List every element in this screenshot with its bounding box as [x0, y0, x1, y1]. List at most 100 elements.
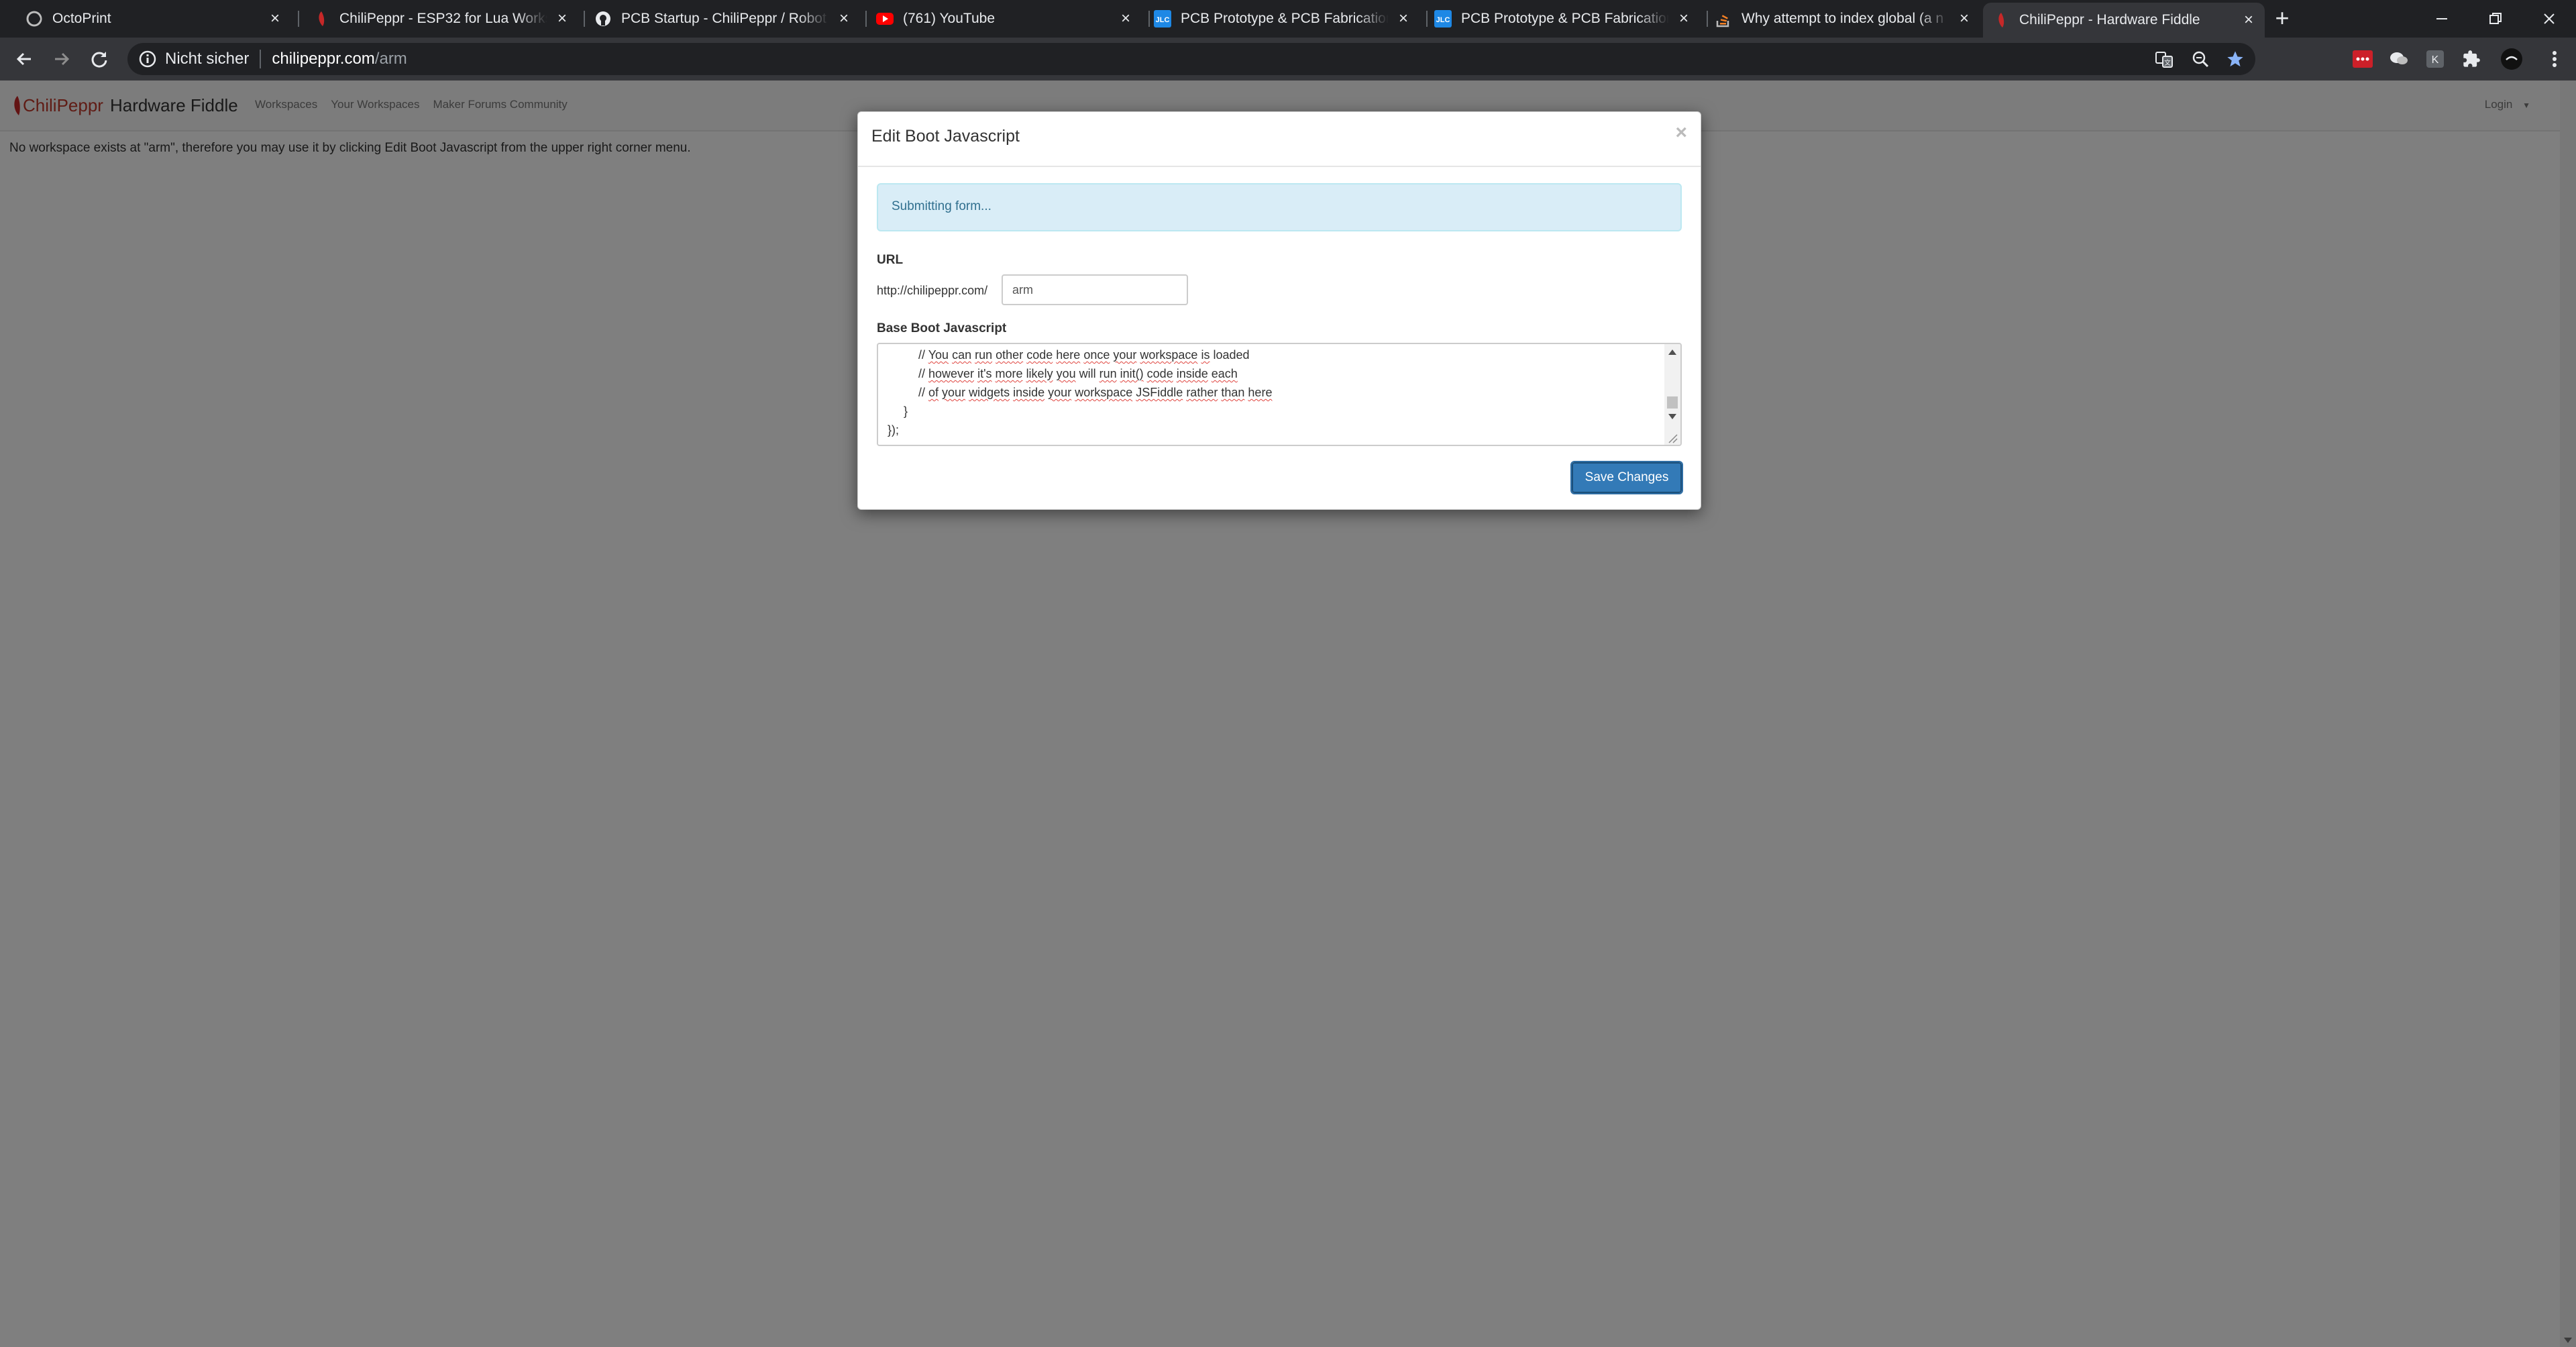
code-word: here	[1056, 348, 1081, 362]
code-word: however	[928, 367, 975, 380]
minimize-icon[interactable]	[2415, 0, 2469, 38]
url-prefix: http://chilipeppr.com/	[877, 284, 988, 297]
svg-text:JLC: JLC	[1156, 16, 1170, 24]
tab-title: ChiliPeppr - ESP32 for Lua Works	[339, 11, 547, 26]
tab-divider	[298, 11, 299, 27]
base-boot-js-label: Base Boot Javascript	[877, 321, 1007, 335]
tab-title: OctoPrint	[52, 11, 111, 26]
info-icon[interactable]	[138, 50, 157, 68]
tab-jlc-2[interactable]: JLC PCB Prototype & PCB Fabrication ×	[1425, 4, 1700, 34]
profile-avatar-icon[interactable]	[2500, 47, 2524, 71]
code-word: other	[996, 348, 1024, 362]
jlc-icon: JLC	[1434, 10, 1452, 28]
chat-extension-icon[interactable]	[2387, 47, 2411, 71]
modal-header: Edit Boot Javascript ×	[858, 112, 1701, 167]
tab-title: Why attempt to index global (a n	[1741, 11, 1944, 26]
code-word: can	[952, 348, 972, 362]
code-word: you	[1056, 367, 1076, 380]
code-word: your	[1048, 386, 1072, 399]
jlc-icon: JLC	[1154, 10, 1171, 28]
tab-title: PCB Prototype & PCB Fabrication	[1461, 11, 1669, 26]
code-word: You	[928, 348, 949, 362]
security-label[interactable]: Nicht sicher	[165, 50, 249, 68]
chilipeppr-icon	[313, 10, 330, 28]
tab-jlc-1[interactable]: JLC PCB Prototype & PCB Fabrication ×	[1144, 4, 1419, 34]
code-line: // however it's more likely you will run…	[918, 367, 1238, 380]
code-word: run	[975, 348, 993, 362]
code-word: more	[995, 367, 1023, 380]
code-word: your	[1113, 348, 1137, 362]
tab-pcb-startup[interactable]: PCB Startup - ChiliPeppr / Robot ×	[585, 4, 860, 34]
code-word: once	[1083, 348, 1110, 362]
code-word: each	[1211, 367, 1238, 380]
extension-k-icon[interactable]: K	[2423, 47, 2447, 71]
edit-boot-js-modal: Edit Boot Javascript × Submitting form..…	[857, 111, 1701, 510]
octoprint-icon	[25, 10, 43, 28]
back-icon[interactable]	[11, 46, 38, 72]
code-word: inside	[1176, 367, 1208, 380]
code-word: is	[1201, 348, 1210, 362]
close-icon[interactable]: ×	[553, 9, 572, 28]
reload-icon[interactable]	[86, 46, 113, 72]
url-label: URL	[877, 253, 904, 267]
code-word: JSFiddle	[1136, 386, 1183, 399]
restore-icon[interactable]	[2469, 0, 2522, 38]
close-icon[interactable]: ×	[1674, 9, 1693, 28]
code-word: widgets	[969, 386, 1010, 399]
resize-grip-icon[interactable]	[1667, 433, 1678, 443]
translate-icon[interactable]: 文	[2152, 47, 2176, 71]
svg-text:K: K	[2432, 54, 2439, 66]
code-word: run	[1099, 367, 1117, 380]
save-changes-button[interactable]: Save Changes	[1570, 461, 1683, 494]
stackoverflow-icon	[1715, 10, 1732, 28]
close-icon[interactable]: ×	[1116, 9, 1135, 28]
url-host: chilipeppr.com	[272, 50, 375, 68]
code-line: });	[888, 423, 900, 437]
modal-title: Edit Boot Javascript	[871, 127, 1020, 146]
close-icon[interactable]: ×	[1675, 121, 1687, 144]
code-word: init()	[1120, 367, 1144, 380]
workspace-url-input[interactable]: arm	[1002, 274, 1188, 305]
code-word: than	[1221, 386, 1245, 399]
menu-kebab-icon[interactable]	[2542, 47, 2567, 71]
tab-strip: OctoPrint × ChiliPeppr - ESP32 for Lua W…	[0, 0, 2576, 38]
svg-text:文: 文	[2164, 58, 2171, 67]
svg-text:JLC: JLC	[1436, 16, 1450, 24]
code-word: of	[928, 386, 939, 399]
code-word: workspace	[1140, 348, 1198, 362]
boot-js-textarea[interactable]: // You can run other code here once your…	[877, 343, 1682, 446]
lastpass-icon[interactable]	[2351, 47, 2375, 71]
textarea-scrollbar[interactable]	[1664, 344, 1680, 445]
tab-octoprint[interactable]: OctoPrint ×	[16, 4, 291, 34]
code-word: here	[1248, 386, 1273, 399]
scroll-thumb[interactable]	[1667, 396, 1678, 409]
close-icon[interactable]: ×	[2239, 11, 2258, 30]
forward-icon[interactable]	[48, 46, 75, 72]
tab-stackoverflow[interactable]: Why attempt to index global (a n ×	[1705, 4, 1980, 34]
scroll-down-icon[interactable]	[1668, 414, 1676, 419]
scroll-up-icon[interactable]	[1668, 349, 1676, 355]
new-tab-icon[interactable]: +	[2271, 6, 2293, 30]
code-word: rather	[1186, 386, 1218, 399]
zoom-icon[interactable]	[2188, 47, 2212, 71]
close-icon[interactable]: ×	[835, 9, 853, 28]
tab-hardware-fiddle[interactable]: ChiliPeppr - Hardware Fiddle ×	[1983, 3, 2265, 38]
code-line: // of your widgets inside your workspace…	[918, 386, 1273, 399]
extensions-puzzle-icon[interactable]	[2459, 47, 2483, 71]
close-icon[interactable]: ×	[266, 9, 284, 28]
close-window-icon[interactable]	[2522, 0, 2576, 38]
tab-chilipeppr-esp32[interactable]: ChiliPeppr - ESP32 for Lua Works ×	[303, 4, 578, 34]
tab-title: PCB Prototype & PCB Fabrication	[1181, 11, 1389, 26]
code-word: inside	[1013, 386, 1045, 399]
tab-youtube[interactable]: (761) YouTube ×	[867, 4, 1142, 34]
youtube-icon	[876, 10, 894, 28]
close-icon[interactable]: ×	[1394, 9, 1413, 28]
chilipeppr-icon	[1992, 11, 2010, 29]
address-bar[interactable]: Nicht sicher chilipeppr.com/arm 文	[127, 43, 2255, 75]
close-icon[interactable]: ×	[1955, 9, 1974, 28]
code-word: workspace	[1075, 386, 1133, 399]
bookmark-star-icon[interactable]	[2223, 47, 2247, 71]
code-line: }	[904, 405, 908, 418]
code-word: likely	[1026, 367, 1053, 380]
code-word: your	[942, 386, 966, 399]
